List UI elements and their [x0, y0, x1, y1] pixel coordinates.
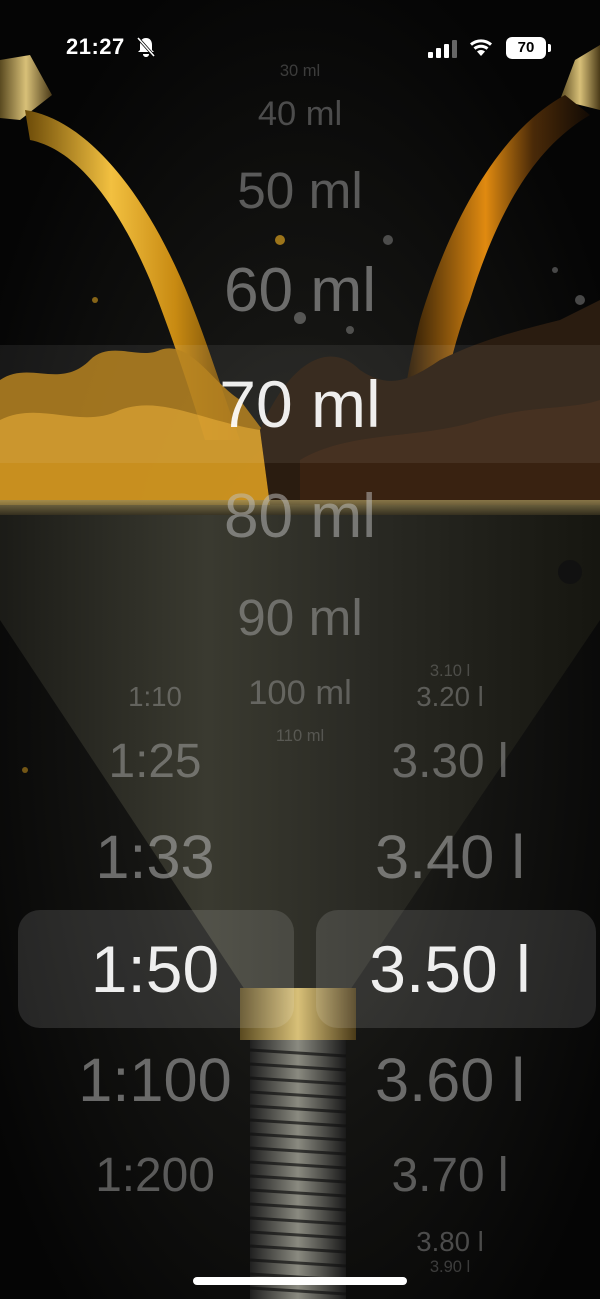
mix-ratio-option[interactable]: 1:50: [15, 936, 295, 1002]
cellular-signal-icon: [428, 40, 457, 58]
oil-volume-option[interactable]: 70 ml: [150, 371, 450, 437]
wifi-icon: [470, 39, 492, 56]
oil-volume-option[interactable]: 60 ml: [150, 259, 450, 322]
mix-ratio-option[interactable]: 1:33: [15, 826, 295, 888]
battery-tip: [548, 44, 551, 52]
battery-indicator: 70: [506, 37, 546, 59]
status-time: 21:27: [66, 34, 125, 59]
oil-volume-option[interactable]: 40 ml: [150, 97, 450, 132]
fuel-volume-option[interactable]: 3.60 l: [305, 1049, 595, 1111]
fuel-volume-option[interactable]: 3.30 l: [305, 738, 595, 786]
mix-ratio-option[interactable]: 1:25: [15, 738, 295, 786]
oil-volume-option[interactable]: 50 ml: [150, 164, 450, 216]
oil-volume-option[interactable]: 30 ml: [150, 63, 450, 80]
mix-ratio-option[interactable]: 1:10: [15, 682, 295, 711]
oil-volume-option[interactable]: 80 ml: [150, 486, 450, 548]
fuel-volume-option[interactable]: 3.80 l: [305, 1228, 595, 1256]
fuel-volume-option[interactable]: 3.10 l: [305, 663, 595, 680]
fuel-volume-option[interactable]: 3.50 l: [305, 936, 595, 1002]
home-indicator[interactable]: [193, 1277, 407, 1285]
mix-ratio-picker[interactable]: 1:10 1:25 1:33 1:50 1:100 1:200: [0, 630, 300, 1299]
fuel-volume-option[interactable]: 3.90 l: [305, 1259, 595, 1276]
mix-ratio-option[interactable]: 1:100: [15, 1049, 295, 1111]
fuel-volume-option[interactable]: 3.40 l: [305, 826, 595, 888]
fuel-volume-option[interactable]: 3.20 l: [305, 682, 595, 711]
fuel-volume-option[interactable]: 3.70 l: [305, 1151, 595, 1200]
bell-slash-icon: [136, 37, 156, 57]
fuel-volume-picker[interactable]: 3.10 l 3.20 l 3.30 l 3.40 l 3.50 l 3.60 l 3.70…: [300, 630, 600, 1299]
mix-ratio-option[interactable]: 1:200: [15, 1151, 295, 1200]
